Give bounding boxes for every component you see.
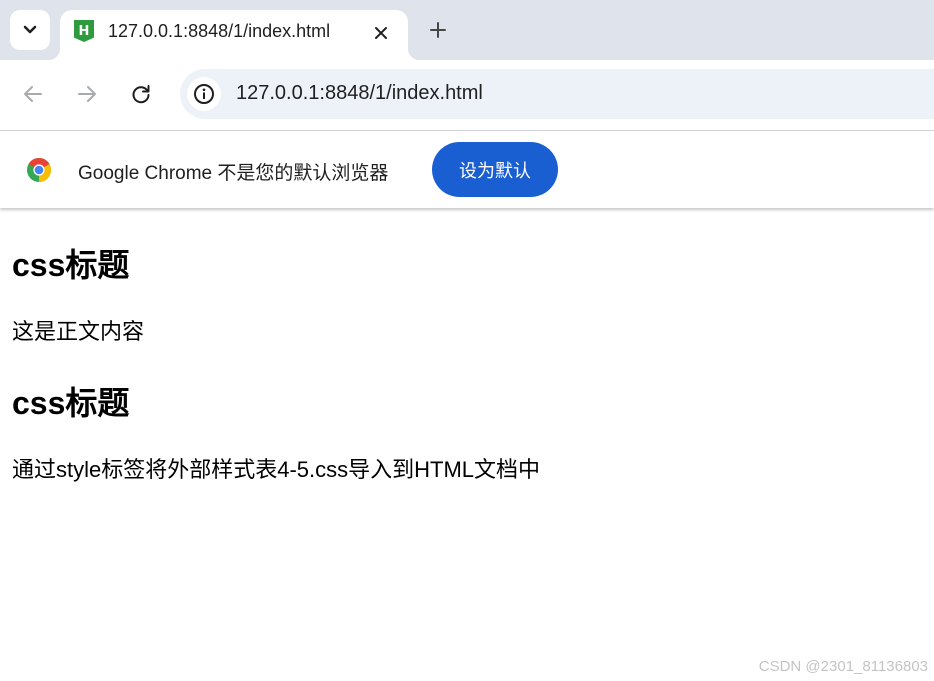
back-arrow-icon [24,86,42,102]
tab-title: 127.0.0.1:8848/1/index.html [108,21,331,41]
forward-arrow-icon [78,86,96,102]
chrome-logo-icon [27,157,52,182]
set-default-button[interactable]: 设为默认 [432,142,558,197]
plus-icon [430,22,446,38]
infobar-message: Google Chrome 不是您的默认浏览器 [78,163,389,184]
tab-close-button[interactable] [368,20,394,46]
hbuilder-favicon-icon: H [74,20,94,42]
url-text[interactable]: 127.0.0.1:8848/1/index.html [236,82,483,105]
page-paragraph-1: 这是正文内容 [12,319,145,344]
tab-strip: H 127.0.0.1:8848/1/index.html [0,0,934,60]
csdn-watermark: CSDN @2301_81136803 [758,658,928,675]
info-icon [194,84,214,104]
new-tab-button[interactable] [424,16,452,44]
tab-search-button[interactable] [10,10,50,50]
site-info-button[interactable] [187,77,221,111]
default-browser-infobar: Google Chrome 不是您的默认浏览器 设为默认 [0,131,934,208]
back-button[interactable] [17,78,49,110]
page-heading-1: css标题 [12,247,130,283]
page-heading-2: css标题 [12,385,130,421]
address-bar[interactable]: 127.0.0.1:8848/1/index.html [180,69,934,119]
reload-icon [132,85,150,104]
page-paragraph-2: 通过style标签将外部样式表4-5.css导入到HTML文档中 [12,457,541,482]
forward-button[interactable] [71,78,103,110]
close-icon [375,27,387,39]
browser-toolbar: 127.0.0.1:8848/1/index.html [0,60,934,131]
chevron-down-icon [23,25,37,34]
active-tab[interactable]: H 127.0.0.1:8848/1/index.html [48,10,420,60]
reload-button[interactable] [125,78,157,110]
